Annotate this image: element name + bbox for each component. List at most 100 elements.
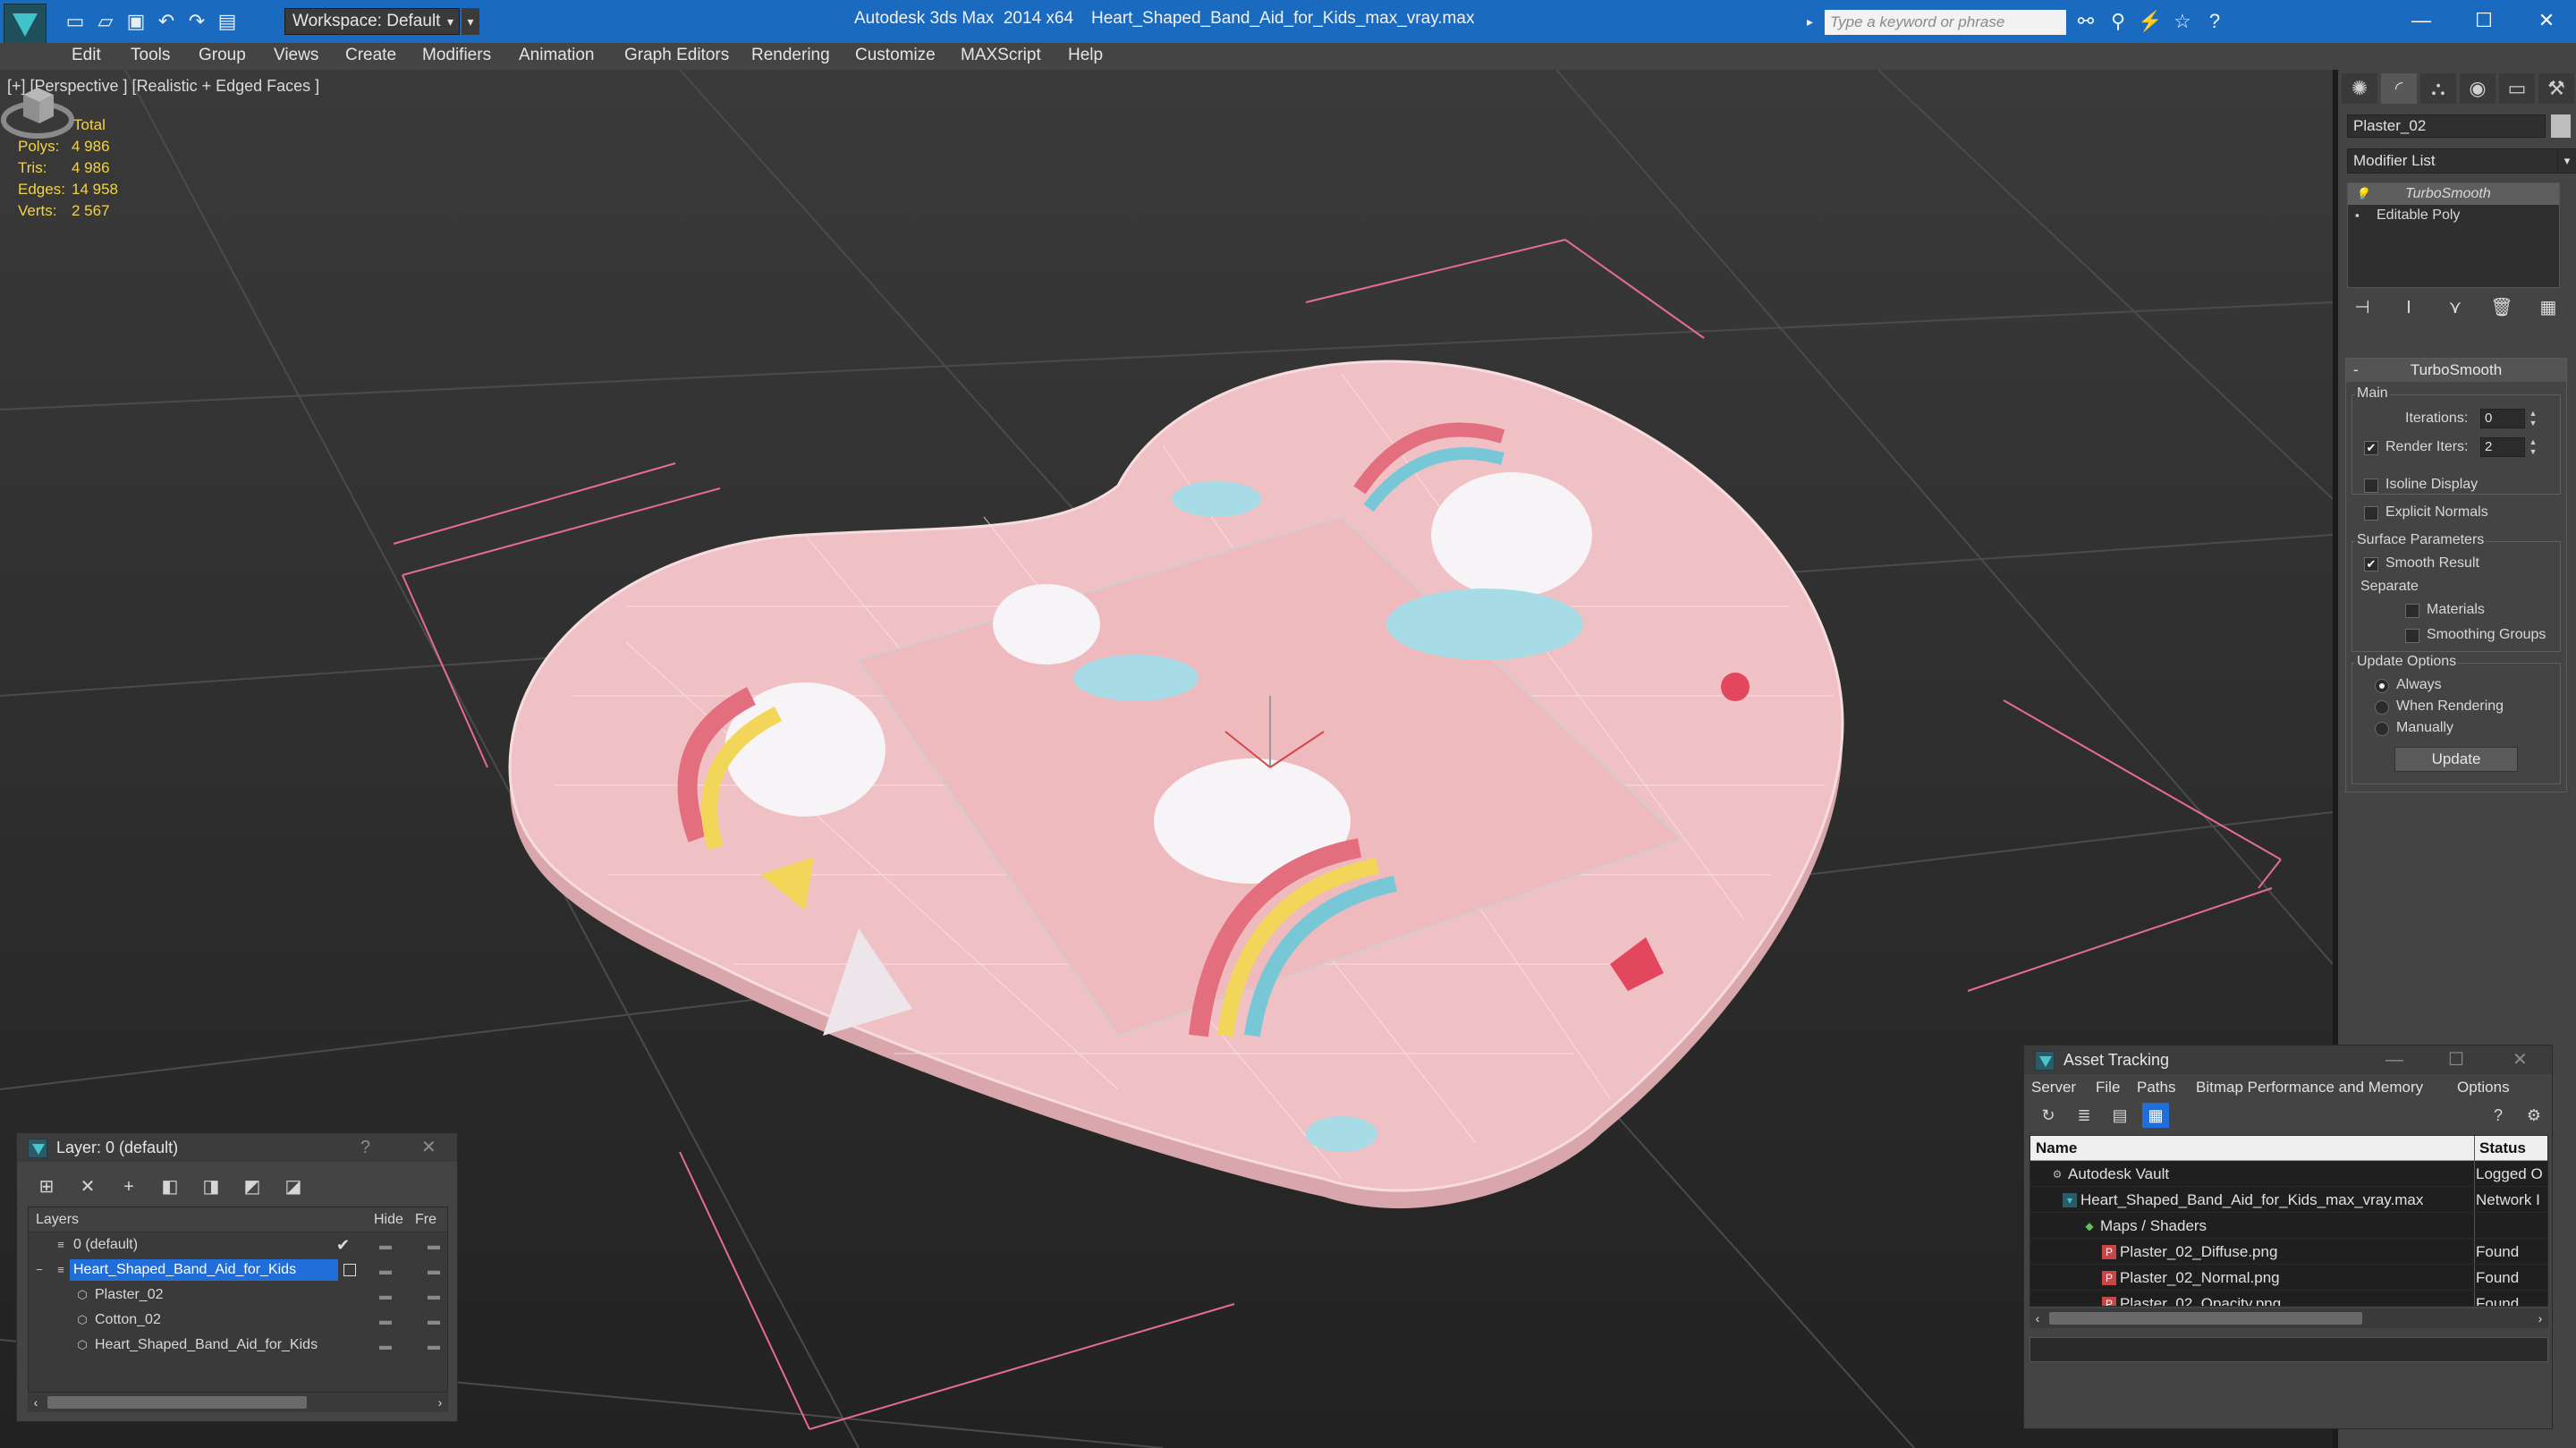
new-file-icon[interactable]: ▭	[63, 9, 88, 34]
expand-plus-icon[interactable]: ▪	[2355, 209, 2368, 222]
menu-animation[interactable]: Animation	[519, 46, 595, 65]
create-layer-icon[interactable]: ⊞	[33, 1174, 60, 1199]
asset-row[interactable]: P Plaster_02_Diffuse.png Found	[2030, 1239, 2547, 1265]
favorites-icon[interactable]: ☆	[2170, 9, 2195, 34]
lightbulb-icon[interactable]: 💡	[2355, 188, 2369, 200]
menu-views[interactable]: Views	[274, 46, 318, 65]
active-layer-check-icon[interactable]: ✔	[336, 1232, 350, 1257]
spinner-arrows-icon[interactable]: ▲ ▼	[2527, 409, 2539, 428]
layer-object-row[interactable]: ⬡ Cotton_02 ▬ ▬	[29, 1308, 447, 1333]
name-column-header[interactable]: Name	[2036, 1136, 2077, 1161]
hide-toggle[interactable]: ▬	[379, 1283, 392, 1308]
search-input[interactable]: Type a keyword or phrase	[1825, 10, 2066, 35]
layer-object-row[interactable]: ⬡ Plaster_02 ▬ ▬	[29, 1283, 447, 1308]
binoculars-icon[interactable]: ⚯	[2073, 9, 2098, 34]
freeze-column-header[interactable]: Fre	[415, 1207, 436, 1232]
render-iters-checkbox[interactable]: ✔	[2364, 441, 2378, 455]
menu-maxscript[interactable]: MAXScript	[961, 46, 1041, 65]
subscription-icon[interactable]: ⚲	[2106, 9, 2131, 34]
minimize-icon[interactable]: —	[2385, 1046, 2403, 1074]
menu-graph-editors[interactable]: Graph Editors	[624, 46, 729, 65]
list-view-icon[interactable]: ≣	[2071, 1103, 2097, 1128]
isoline-display-checkbox[interactable]	[2364, 478, 2378, 493]
hide-all-layers-icon[interactable]: ◩	[239, 1174, 266, 1199]
scroll-thumb[interactable]	[2049, 1312, 2362, 1325]
layer-horizontal-scrollbar[interactable]: ‹ ›	[28, 1393, 448, 1412]
highlight-layer-icon[interactable]: ◨	[198, 1174, 225, 1199]
asset-menu-bitmap-performance[interactable]: Bitmap Performance and Memory	[2196, 1076, 2423, 1099]
hide-toggle[interactable]: ▬	[379, 1308, 392, 1333]
menu-help[interactable]: Help	[1068, 46, 1103, 65]
maximize-icon[interactable]: ☐	[2448, 1046, 2464, 1074]
asset-menu-server[interactable]: Server	[2031, 1076, 2076, 1099]
asset-menu-paths[interactable]: Paths	[2137, 1076, 2175, 1099]
smooth-result-checkbox[interactable]: ✔	[2364, 557, 2378, 572]
asset-row[interactable]: ⚙ Autodesk Vault Logged O	[2030, 1161, 2547, 1187]
object-name-field[interactable]: Plaster_02	[2347, 114, 2546, 138]
menu-create[interactable]: Create	[345, 46, 396, 65]
workspace-dropdown[interactable]: Workspace: Default ▾	[284, 8, 460, 35]
configure-sets-icon[interactable]: ▦	[2535, 295, 2562, 320]
scroll-left-icon[interactable]: ‹	[28, 1393, 44, 1412]
object-color-swatch[interactable]	[2551, 114, 2571, 138]
asset-row[interactable]: P Plaster_02_Opacity.png Found	[2030, 1291, 2547, 1306]
explicit-normals-checkbox[interactable]	[2364, 506, 2378, 521]
hide-column-header[interactable]: Hide	[374, 1207, 403, 1232]
settings-icon[interactable]: ⚙	[2521, 1103, 2546, 1128]
asset-row[interactable]: ◆ Maps / Shaders	[2030, 1213, 2547, 1239]
stack-item-editable-poly[interactable]: ▪ Editable Poly	[2348, 205, 2559, 226]
status-column-header[interactable]: Status	[2479, 1136, 2526, 1161]
render-iters-spinner[interactable]: 2	[2480, 437, 2525, 457]
display-tab-icon[interactable]: ▭	[2499, 73, 2535, 104]
table-view-icon[interactable]: ▦	[2142, 1103, 2169, 1128]
show-end-result-icon[interactable]: I	[2395, 295, 2422, 320]
help-icon[interactable]: ?	[2202, 9, 2227, 34]
create-tab-icon[interactable]: ✺	[2342, 73, 2377, 104]
viewcube-icon[interactable]	[0, 70, 75, 145]
hide-toggle[interactable]: ▬	[379, 1257, 392, 1283]
search-expand-icon[interactable]: ▸	[1807, 11, 1821, 32]
asset-window-titlebar[interactable]: Asset Tracking	[2024, 1046, 2552, 1074]
project-folder-icon[interactable]: ▤	[215, 9, 240, 34]
always-radio[interactable]	[2375, 679, 2389, 693]
asset-row[interactable]: ▾ Heart_Shaped_Band_Aid_for_Kids_max_vra…	[2030, 1187, 2547, 1213]
minimize-icon[interactable]: —	[2390, 5, 2453, 36]
scroll-right-icon[interactable]: ›	[432, 1393, 448, 1412]
asset-horizontal-scrollbar[interactable]: ‹ ›	[2029, 1308, 2548, 1328]
rollout-header[interactable]: - TurboSmooth	[2346, 359, 2566, 382]
undo-icon[interactable]: ↶	[154, 9, 179, 34]
stack-item-turbosmooth[interactable]: 💡 TurboSmooth	[2348, 183, 2559, 205]
open-file-icon[interactable]: ▱	[93, 9, 118, 34]
collapse-icon[interactable]: −	[32, 1263, 47, 1277]
close-icon[interactable]: ✕	[2515, 5, 2576, 36]
when-rendering-radio[interactable]	[2375, 700, 2389, 715]
spinner-arrows-icon[interactable]: ▲ ▼	[2527, 437, 2539, 457]
hide-toggle[interactable]: ▬	[379, 1232, 392, 1257]
freeze-toggle[interactable]: ▬	[428, 1257, 440, 1283]
add-to-layer-icon[interactable]: +	[115, 1174, 142, 1199]
help-icon[interactable]: ?	[2486, 1103, 2511, 1128]
scroll-right-icon[interactable]: ›	[2532, 1308, 2548, 1328]
hierarchy-tab-icon[interactable]: ⛬	[2420, 73, 2456, 104]
asset-menu-file[interactable]: File	[2096, 1076, 2120, 1099]
manually-radio[interactable]	[2375, 722, 2389, 736]
redo-icon[interactable]: ↷	[184, 9, 209, 34]
remove-modifier-icon[interactable]: 🗑	[2488, 295, 2515, 320]
motion-tab-icon[interactable]: ◉	[2460, 73, 2496, 104]
delete-layer-icon[interactable]: ✕	[74, 1174, 101, 1199]
iterations-spinner[interactable]: 0	[2480, 409, 2525, 428]
scroll-thumb[interactable]	[47, 1396, 307, 1409]
freeze-toggle[interactable]: ▬	[428, 1232, 440, 1257]
save-file-icon[interactable]: ▣	[123, 9, 148, 34]
select-in-layer-icon[interactable]: ◧	[157, 1174, 183, 1199]
scroll-left-icon[interactable]: ‹	[2029, 1308, 2046, 1328]
freeze-toggle[interactable]: ▬	[428, 1283, 440, 1308]
update-button[interactable]: Update	[2394, 747, 2518, 772]
communication-icon[interactable]: ⚡	[2138, 9, 2163, 34]
smoothing-groups-checkbox[interactable]	[2405, 629, 2419, 643]
set-active-checkbox[interactable]	[343, 1264, 356, 1276]
utilities-tab-icon[interactable]: ⚒	[2538, 73, 2574, 104]
menu-edit[interactable]: Edit	[72, 46, 101, 65]
close-icon[interactable]: ✕	[2512, 1046, 2528, 1074]
asset-menu-options[interactable]: Options	[2457, 1076, 2510, 1099]
